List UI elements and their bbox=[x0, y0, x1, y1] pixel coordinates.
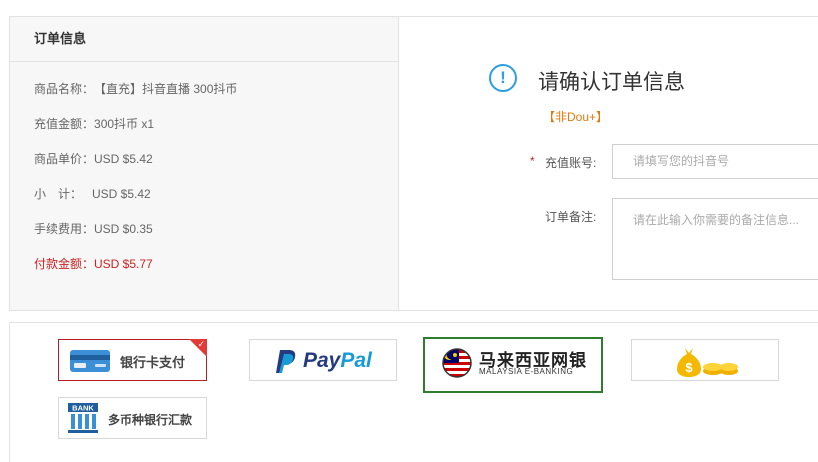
confirm-title: 请确认订单信息 bbox=[538, 71, 685, 94]
paypal-icon bbox=[276, 350, 296, 373]
unit-price-label: 商品单价： bbox=[34, 152, 95, 166]
handling-fee-value: USD $0.35 bbox=[94, 222, 153, 236]
svg-text:$: $ bbox=[685, 360, 693, 375]
recharge-amount-value: 300抖币 x1 bbox=[94, 117, 155, 131]
malaysia-ebanking-option[interactable]: 马来西亚网银 MALAYSIA E-BANKING bbox=[423, 337, 603, 393]
handling-fee-label: 手续费用： bbox=[34, 222, 95, 236]
product-name-row: 商品名称：【直充】抖音直播 300抖币 bbox=[34, 80, 237, 97]
bank-card-option[interactable]: 银行卡支付 ✓ bbox=[58, 339, 207, 381]
check-icon: ✓ bbox=[197, 339, 205, 349]
remark-textarea[interactable]: 请在此输入你需要的备注信息... bbox=[612, 198, 818, 280]
product-name-label: 商品名称： bbox=[34, 82, 95, 96]
money-bag-option[interactable]: $ bbox=[631, 339, 779, 381]
bank-card-icon bbox=[70, 350, 110, 372]
remark-label: 订单备注: bbox=[545, 210, 597, 224]
product-tag: 【非Dou+】 bbox=[543, 110, 609, 124]
total-amount-row: 付款金额：USD $5.77 bbox=[34, 255, 153, 272]
account-input[interactable]: 请填写您的抖音号 bbox=[612, 144, 818, 179]
order-summary-title: 订单信息 bbox=[10, 17, 398, 62]
order-panel: 订单信息 商品名称：【直充】抖音直播 300抖币 充值金额：300抖币 x1 商… bbox=[9, 16, 818, 311]
unit-price-value: USD $5.42 bbox=[94, 152, 153, 166]
exclamation-icon: ! bbox=[489, 64, 517, 92]
bank-card-label: 银行卡支付 bbox=[120, 355, 186, 370]
product-name-value: 【直充】抖音直播 300抖币 bbox=[94, 82, 238, 96]
svg-text:BANK: BANK bbox=[72, 404, 94, 413]
malaysia-ebanking-sublabel: MALAYSIA E-BANKING bbox=[479, 367, 574, 376]
bank-building-icon: BANK bbox=[68, 403, 98, 433]
bank-transfer-label: 多币种银行汇款 bbox=[108, 413, 193, 427]
confirm-form: ! 请确认订单信息 【非Dou+】 * 充值账号: 请填写您的抖音号 订单备注:… bbox=[399, 17, 818, 310]
malaysia-flag-icon bbox=[442, 348, 472, 378]
bank-transfer-option[interactable]: BANK 多币种银行汇款 bbox=[58, 397, 207, 439]
account-label: 充值账号: bbox=[545, 156, 597, 170]
subtotal-value: USD $5.42 bbox=[92, 187, 151, 201]
total-amount-label: 付款金额： bbox=[34, 257, 95, 271]
subtotal-row: 小 计： USD $5.42 bbox=[34, 185, 151, 202]
recharge-amount-row: 充值金额：300抖币 x1 bbox=[34, 115, 154, 132]
paypal-option[interactable]: PayPal bbox=[249, 339, 397, 381]
subtotal-label: 小 计： bbox=[34, 187, 83, 201]
money-bag-coins-icon: $ bbox=[677, 348, 738, 377]
total-amount-value: USD $5.77 bbox=[94, 257, 153, 271]
required-mark: * bbox=[530, 154, 535, 168]
payment-methods: 银行卡支付 ✓ PayPal 马来西亚网银 MALAYSIA E-BANKING… bbox=[9, 322, 818, 462]
paypal-label: PayPal bbox=[303, 349, 372, 372]
order-summary: 订单信息 商品名称：【直充】抖音直播 300抖币 充值金额：300抖币 x1 商… bbox=[10, 17, 399, 310]
recharge-amount-label: 充值金额： bbox=[34, 117, 95, 131]
handling-fee-row: 手续费用：USD $0.35 bbox=[34, 220, 153, 237]
unit-price-row: 商品单价：USD $5.42 bbox=[34, 150, 153, 167]
